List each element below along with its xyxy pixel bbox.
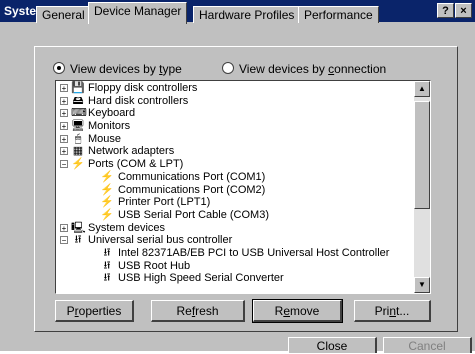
tree-item-label: Ports (COM & LPT) [88, 158, 184, 171]
tree-item-label: Floppy disk controllers [88, 82, 198, 94]
device-tree-list[interactable]: + 💾 Floppy disk controllers + 🖴 Hard disk con… [55, 80, 431, 294]
tree-row[interactable]: + 💾 Floppy disk controllers [56, 82, 414, 95]
tree-row[interactable]: + 🖴 Hard disk controllers [56, 95, 414, 108]
help-button[interactable]: ? [437, 3, 454, 18]
remove-button[interactable]: Remove [252, 299, 343, 323]
hard-disk-icon: 🖴 [72, 94, 84, 107]
usb-icon: ⭿ [103, 246, 111, 259]
tree-item-label: Hard disk controllers [88, 94, 189, 107]
tree-item-label: Mouse [88, 132, 122, 145]
tree-item-label: Universal serial bus controller [88, 234, 233, 247]
tree-row[interactable]: − ⚡ Ports (COM & LPT) [56, 158, 414, 171]
tree-item-label: Keyboard [88, 107, 136, 120]
collapse-icon[interactable]: − [60, 236, 68, 245]
expand-icon[interactable]: + [60, 134, 68, 143]
tab-device-manager[interactable]: Device Manager [88, 2, 188, 24]
tree-row[interactable]: ⚡ Communications Port (COM2) [56, 184, 414, 197]
expand-icon[interactable]: + [60, 109, 68, 118]
tree-item-label: Intel 82371AB/EB PCI to USB Universal Ho… [118, 246, 390, 259]
tree-item-label: USB Root Hub [118, 259, 191, 272]
scroll-up-button[interactable]: ▲ [414, 81, 430, 97]
vertical-scrollbar[interactable]: ▲ ▼ [414, 81, 430, 293]
collapse-icon[interactable]: − [60, 160, 68, 169]
port-icon: ⚡ [100, 208, 114, 221]
usb-icon: ⭿ [103, 272, 111, 285]
tree-item-label: System devices [88, 221, 166, 234]
tree-row[interactable]: ⚡ Printer Port (LPT1) [56, 196, 414, 209]
tree-item-label: Monitors [88, 120, 131, 133]
tree-item-label: Communications Port (COM2) [118, 183, 266, 196]
tab-hardware-profiles[interactable]: Hardware Profiles [193, 6, 301, 23]
floppy-controller-icon: 💾 [71, 82, 85, 94]
keyboard-icon: ⌨ [71, 107, 87, 120]
mouse-icon: 🖱 [74, 132, 82, 145]
view-by-type-radio[interactable] [53, 62, 65, 74]
tree-row[interactable]: + 🖥 Monitors [56, 120, 414, 133]
usb-icon: ⭿ [103, 259, 111, 272]
tab-general[interactable]: General [36, 6, 91, 23]
port-icon: ⚡ [71, 158, 85, 171]
close-window-button[interactable]: × [455, 3, 472, 18]
port-icon: ⚡ [100, 196, 114, 209]
tree-item-label: Network adapters [88, 145, 175, 158]
view-by-connection-option[interactable]: View devices by connection [222, 62, 386, 76]
properties-button[interactable]: Properties [55, 300, 134, 322]
expand-icon[interactable]: + [60, 122, 68, 131]
tree-row[interactable]: − ⭿ Universal serial bus controller [56, 234, 414, 247]
tree-row[interactable]: + 🖱 Mouse [56, 133, 414, 146]
system-properties-window: System Properties ? × General Device Man… [0, 0, 475, 353]
device-tree: + 💾 Floppy disk controllers + 🖴 Hard disk con… [56, 82, 414, 285]
tree-row[interactable]: ⭿ USB High Speed Serial Converter [56, 272, 414, 285]
tab-performance[interactable]: Performance [298, 6, 379, 23]
tree-item-label: Communications Port (COM1) [118, 170, 266, 183]
tree-row[interactable]: ⚡ Communications Port (COM1) [56, 171, 414, 184]
port-icon: ⚡ [100, 183, 114, 196]
print-button[interactable]: Print... [354, 300, 431, 322]
tree-item-label: USB High Speed Serial Converter [118, 272, 284, 285]
expand-icon[interactable]: + [60, 147, 68, 156]
tree-row[interactable]: + 🖳 System devices [56, 222, 414, 235]
tree-row[interactable]: ⚡ USB Serial Port Cable (COM3) [56, 209, 414, 222]
tree-row[interactable]: ⭿ USB Root Hub [56, 260, 414, 273]
view-by-connection-radio[interactable] [222, 62, 234, 74]
tree-item-label: Printer Port (LPT1) [118, 196, 211, 209]
scroll-thumb[interactable] [414, 101, 430, 209]
expand-icon[interactable]: + [60, 223, 68, 232]
refresh-button[interactable]: Refresh [151, 300, 245, 322]
tree-row[interactable]: + ⌨ Keyboard [56, 107, 414, 120]
tree-item-label: USB Serial Port Cable (COM3) [118, 208, 269, 221]
network-adapter-icon: ▦ [72, 145, 84, 158]
scroll-down-button[interactable]: ▼ [414, 277, 430, 293]
view-by-type-option[interactable]: View devices by type [53, 62, 182, 76]
tree-row[interactable]: ⭿ Intel 82371AB/EB PCI to USB Universal H… [56, 247, 414, 260]
monitor-icon: 🖥 [71, 120, 85, 133]
computer-icon: 🖳 [71, 221, 86, 234]
expand-icon[interactable]: + [60, 96, 68, 105]
tree-row[interactable]: + ▦ Network adapters [56, 145, 414, 158]
port-icon: ⚡ [100, 170, 114, 183]
usb-icon: ⭿ [74, 234, 82, 247]
expand-icon[interactable]: + [60, 84, 68, 93]
